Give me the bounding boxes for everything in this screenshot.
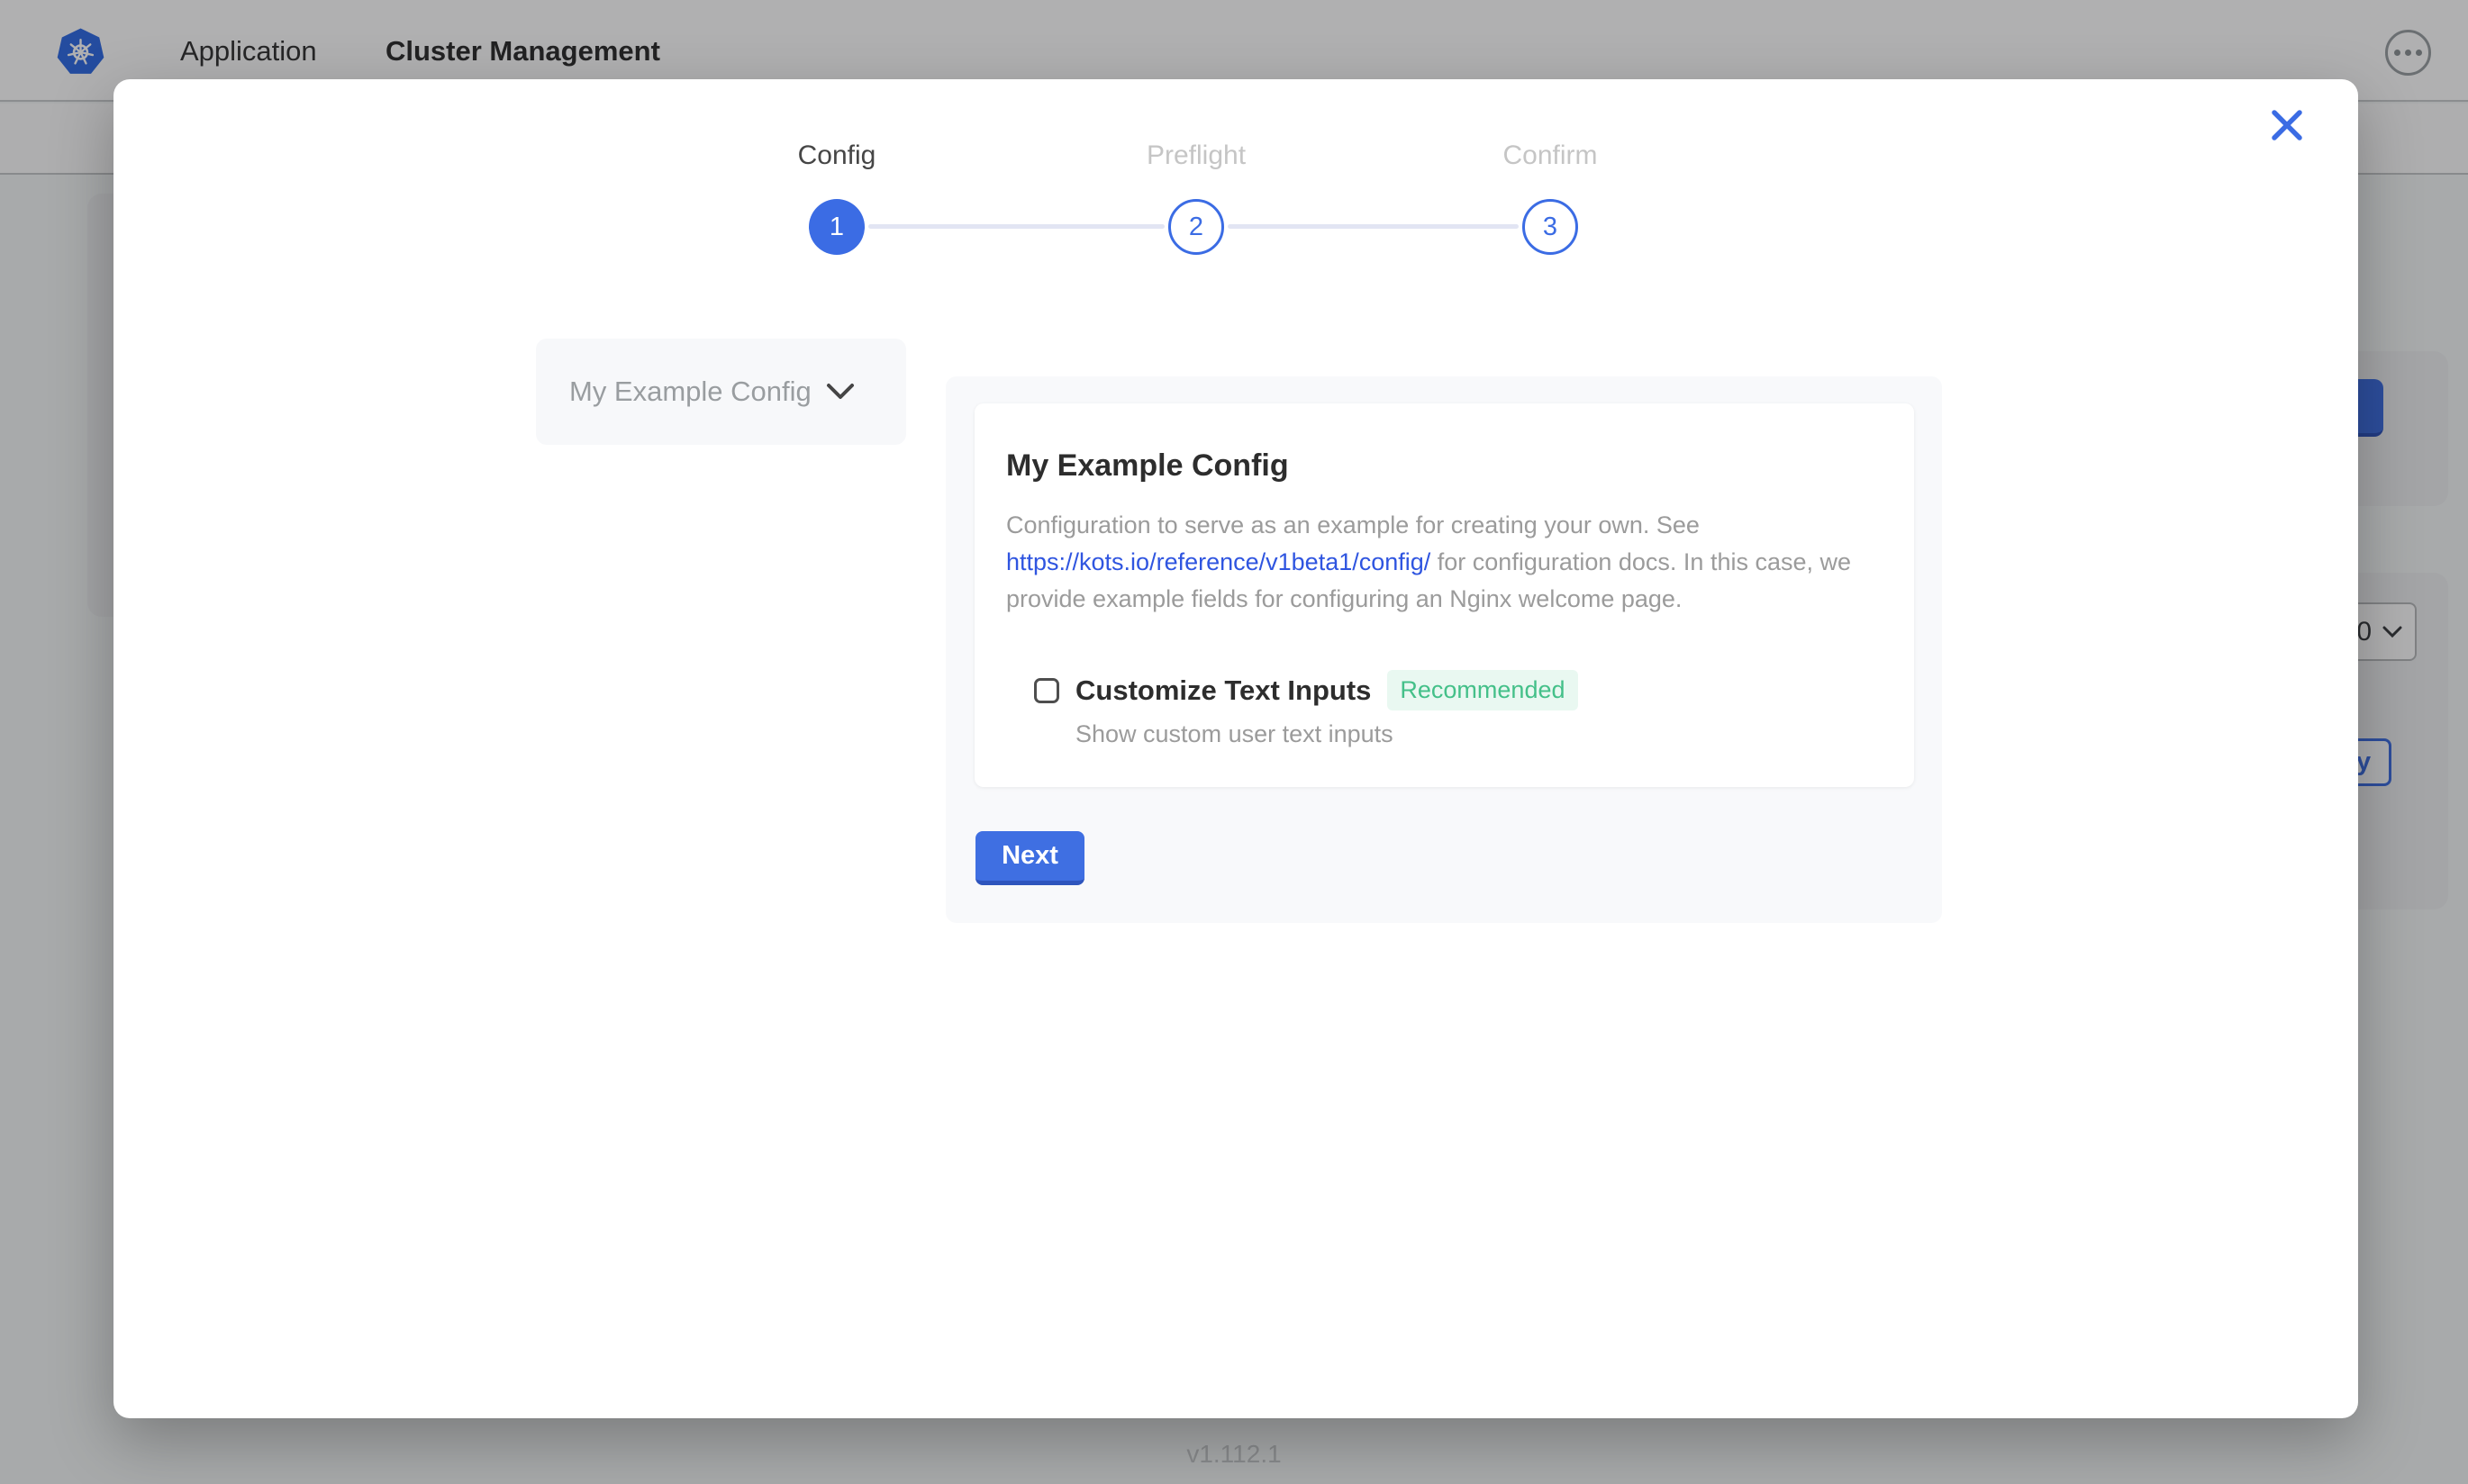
close-button[interactable]	[2266, 104, 2308, 146]
config-panel: My Example Config Configuration to serve…	[946, 376, 1942, 923]
config-group-card: My Example Config Configuration to serve…	[975, 403, 1914, 787]
config-option-row: Customize Text Inputs Recommended	[1034, 670, 1578, 710]
config-group-title: My Example Config	[1006, 448, 1289, 484]
customize-text-inputs-checkbox[interactable]	[1034, 678, 1059, 703]
step-circle-confirm: 3	[1522, 199, 1578, 255]
step-label-preflight: Preflight	[1097, 140, 1295, 171]
config-group-selector-label: My Example Config	[569, 376, 812, 408]
recommended-badge: Recommended	[1387, 670, 1577, 710]
step-label-confirm: Confirm	[1451, 140, 1649, 171]
next-button[interactable]: Next	[975, 831, 1084, 885]
step-label-config: Config	[738, 140, 936, 171]
config-option-help-text: Show custom user text inputs	[1075, 720, 1393, 748]
close-icon	[2270, 108, 2304, 142]
description-text: Configuration to serve as an example for…	[1006, 511, 1700, 538]
config-docs-link[interactable]: https://kots.io/reference/v1beta1/config…	[1006, 548, 1430, 575]
step-connector	[1228, 224, 1519, 229]
step-circle-preflight: 2	[1168, 199, 1224, 255]
step-connector	[868, 224, 1165, 229]
config-group-description: Configuration to serve as an example for…	[1006, 507, 1914, 618]
step-circle-config: 1	[809, 199, 865, 255]
config-group-selector[interactable]: My Example Config	[536, 339, 906, 445]
config-option-label: Customize Text Inputs	[1075, 674, 1371, 707]
chevron-down-icon	[826, 383, 855, 401]
config-wizard-modal: Config Preflight Confirm 1 2 3 My Exampl…	[113, 79, 2358, 1418]
